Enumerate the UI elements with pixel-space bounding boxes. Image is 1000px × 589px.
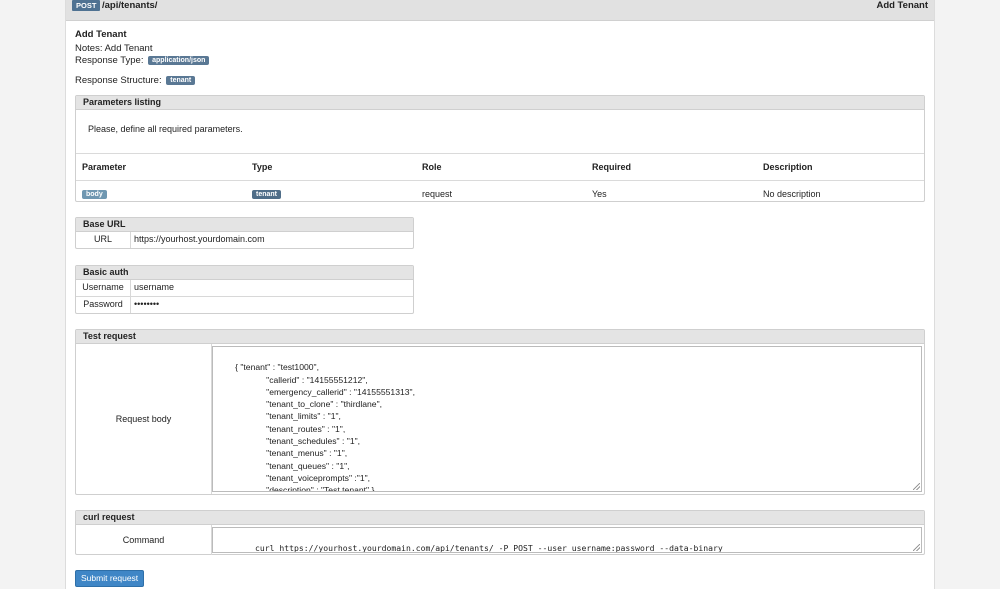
param-role: request bbox=[422, 188, 453, 199]
username-label: Username bbox=[76, 280, 131, 296]
column-header: Description bbox=[757, 154, 924, 181]
submit-request-button[interactable]: Submit request bbox=[75, 570, 145, 587]
command-label: Command bbox=[76, 525, 212, 555]
request-body-text: { "tenant" : "test1000", "callerid" : "1… bbox=[235, 362, 415, 492]
column-header: Required bbox=[586, 154, 757, 181]
response-structure-label: Response Structure: bbox=[75, 75, 162, 86]
password-label: Password bbox=[76, 297, 131, 313]
param-type-cell: tenant bbox=[246, 181, 416, 207]
command-row: Command curl https://yourhost.yourdomain… bbox=[76, 525, 924, 555]
method-badge: POST bbox=[72, 0, 101, 11]
endpoint-header[interactable]: POST /api/tenants/ Add Tenant bbox=[66, 0, 934, 21]
param-name-badge: body bbox=[82, 189, 107, 199]
curl-request-title: curl request bbox=[76, 511, 924, 525]
param-type-badge[interactable]: tenant bbox=[252, 189, 281, 199]
curl-request-panel: curl request Command curl https://yourho… bbox=[75, 510, 925, 555]
command-text: curl https://yourhost.yourdomain.com/api… bbox=[254, 543, 723, 553]
request-body-textarea[interactable]: { "tenant" : "test1000", "callerid" : "1… bbox=[212, 346, 922, 492]
test-request-panel: Test request Request body { "tenant" : "… bbox=[75, 329, 925, 495]
parameters-table: Parameter Type Role Required Description… bbox=[76, 154, 924, 206]
table-header-row: Parameter Type Role Required Description bbox=[76, 154, 924, 181]
resize-handle-icon[interactable] bbox=[913, 483, 920, 490]
page-title: Add Tenant bbox=[75, 29, 127, 40]
response-type: Response Type: application/json bbox=[75, 55, 210, 66]
parameters-panel: Parameters listing Please, define all re… bbox=[75, 95, 925, 202]
password-input[interactable]: •••••••• bbox=[131, 297, 413, 313]
notes-text: Notes: Add Tenant bbox=[75, 43, 153, 54]
column-header: Parameter bbox=[76, 154, 246, 181]
request-body-label: Request body bbox=[76, 344, 212, 494]
endpoint-path: /api/tenants/ bbox=[102, 0, 158, 11]
request-body-row: Request body { "tenant" : "test1000", "c… bbox=[76, 344, 924, 494]
response-type-badge: application/json bbox=[148, 56, 210, 65]
column-header: Type bbox=[246, 154, 416, 181]
test-request-title: Test request bbox=[76, 330, 924, 344]
param-name-cell: body bbox=[76, 181, 246, 207]
param-description: No description bbox=[763, 188, 821, 199]
page-container: POST /api/tenants/ Add Tenant Add Tenant… bbox=[65, 0, 935, 589]
response-type-label: Response Type: bbox=[75, 55, 144, 66]
response-structure: Response Structure: tenant bbox=[75, 75, 196, 86]
response-structure-badge[interactable]: tenant bbox=[166, 76, 196, 85]
column-header: Role bbox=[416, 154, 586, 181]
parameters-note: Please, define all required parameters. bbox=[76, 110, 924, 154]
username-row: Username username bbox=[76, 280, 413, 296]
param-required: Yes bbox=[592, 188, 607, 199]
username-input[interactable]: username bbox=[131, 280, 413, 296]
url-label: URL bbox=[76, 232, 131, 248]
basic-auth-panel: Basic auth Username username Password ••… bbox=[75, 265, 414, 314]
parameters-panel-title: Parameters listing bbox=[76, 96, 924, 110]
basic-auth-title: Basic auth bbox=[76, 266, 413, 280]
url-input[interactable]: https://yourhost.yourdomain.com bbox=[131, 232, 413, 248]
password-row: Password •••••••• bbox=[76, 296, 413, 313]
table-row: body tenant request Yes No description bbox=[76, 181, 924, 207]
url-row: URL https://yourhost.yourdomain.com bbox=[76, 232, 413, 248]
endpoint-title: Add Tenant bbox=[876, 0, 928, 11]
command-textarea[interactable]: curl https://yourhost.yourdomain.com/api… bbox=[212, 527, 922, 553]
base-url-panel: Base URL URL https://yourhost.yourdomain… bbox=[75, 217, 414, 249]
base-url-title: Base URL bbox=[76, 218, 413, 232]
resize-handle-icon[interactable] bbox=[913, 544, 920, 551]
